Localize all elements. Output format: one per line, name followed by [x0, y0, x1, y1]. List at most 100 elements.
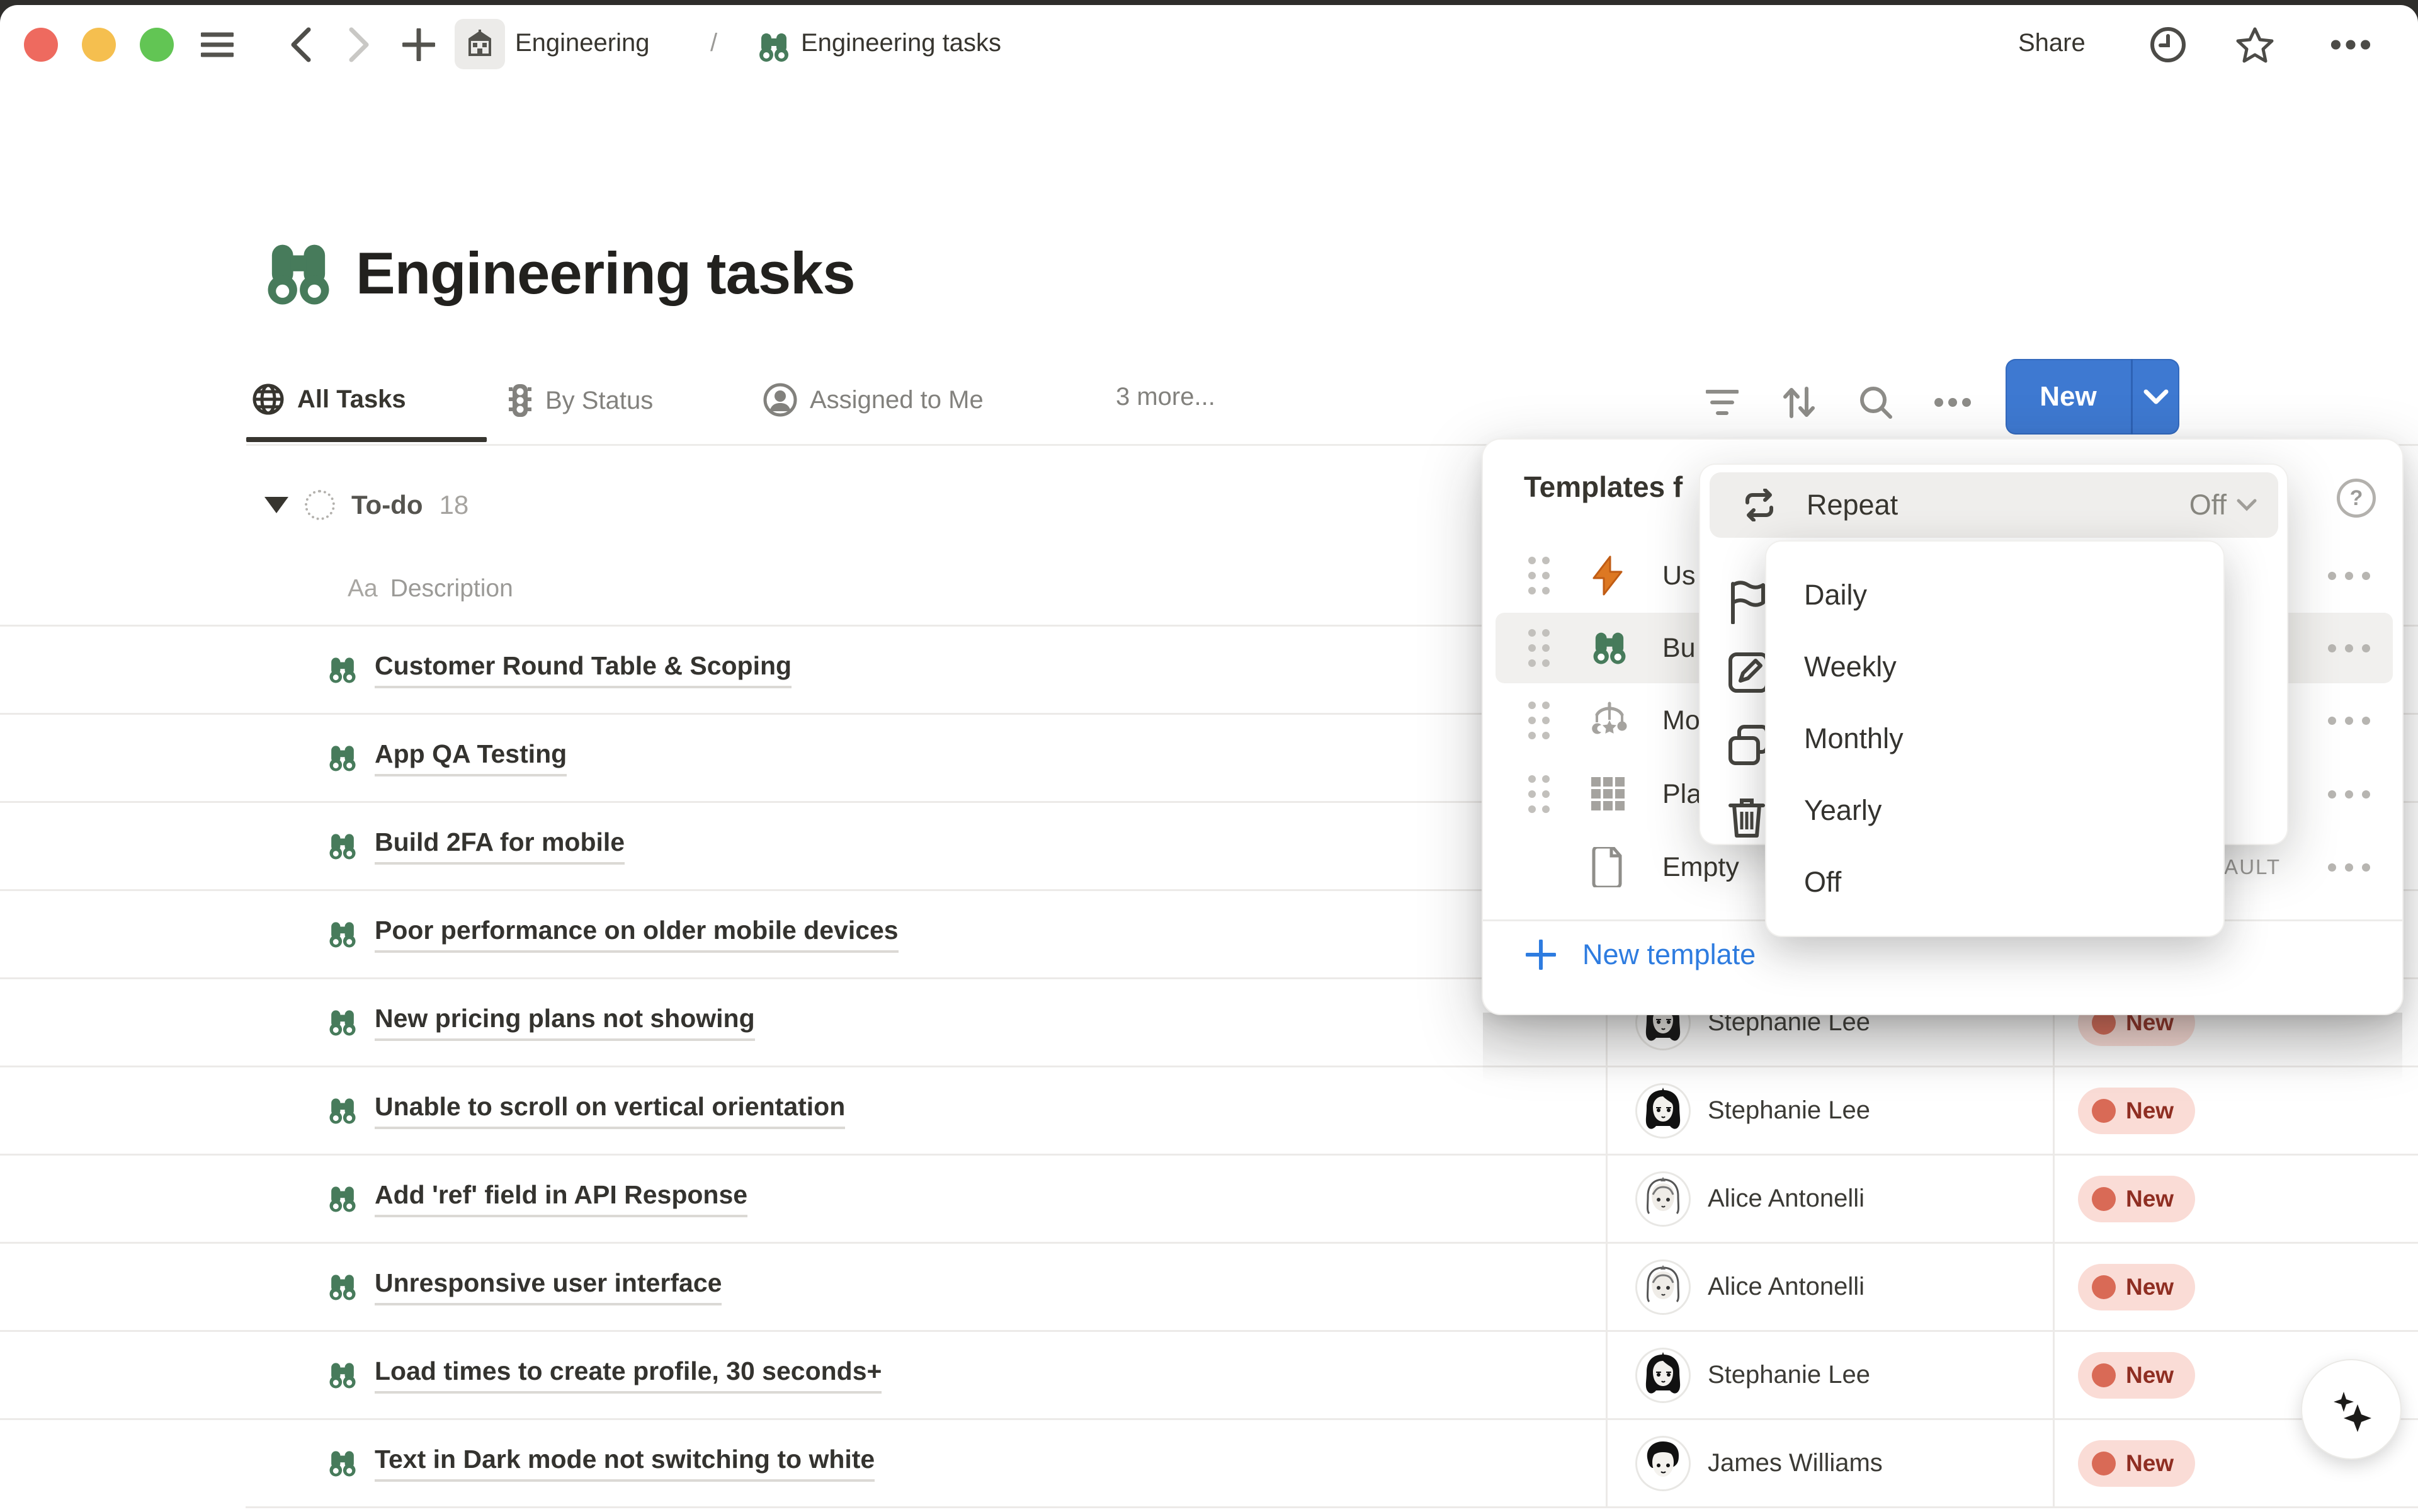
assignee-cell[interactable]: Alice Antonelli	[1637, 1156, 1865, 1242]
traffic-zoom-button[interactable]	[140, 28, 174, 62]
tab-more-views[interactable]: 3 more...	[1116, 383, 1215, 411]
more-options-icon[interactable]	[2330, 24, 2371, 65]
back-button[interactable]	[280, 24, 321, 65]
menu-item[interactable]: Daily	[1766, 559, 2223, 631]
task-title-cell[interactable]: Unable to scroll on vertical orientation	[327, 1067, 845, 1154]
template-label[interactable]: Mo	[1662, 705, 1700, 736]
assignee-cell[interactable]: James Williams	[1637, 1420, 1883, 1506]
task-title[interactable]: Customer Round Table & Scoping	[375, 651, 792, 688]
task-title-cell[interactable]: Load times to create profile, 30 seconds…	[327, 1332, 882, 1418]
repeat-menu-item[interactable]: Repeat Off	[1710, 472, 2278, 538]
drag-handle-icon[interactable]	[1526, 700, 1552, 741]
sort-icon[interactable]	[1777, 380, 1821, 424]
task-title[interactable]: Unresponsive user interface	[375, 1268, 722, 1305]
task-title[interactable]: Unable to scroll on vertical orientation	[375, 1092, 845, 1129]
drag-handle-icon[interactable]	[1526, 628, 1552, 668]
ai-assistant-button[interactable]	[2302, 1360, 2400, 1458]
template-more-icon[interactable]	[2328, 863, 2370, 872]
flag-icon[interactable]	[1728, 580, 1772, 624]
task-title-cell[interactable]: Text in Dark mode not switching to white	[327, 1420, 875, 1506]
status-cell[interactable]: New	[2078, 1420, 2195, 1506]
template-label[interactable]: Empty	[1662, 852, 1739, 883]
task-title-cell[interactable]: Unresponsive user interface	[327, 1244, 722, 1330]
menu-item[interactable]: Yearly	[1766, 775, 2223, 846]
binoculars-icon	[1590, 628, 1629, 668]
new-page-icon[interactable]	[398, 24, 440, 65]
chevron-down-icon[interactable]	[2133, 359, 2179, 435]
task-title[interactable]: New pricing plans not showing	[375, 1004, 755, 1041]
status-badge[interactable]: New	[2078, 1088, 2195, 1134]
table-row[interactable]: Load times to create profile, 30 seconds…	[0, 1330, 2418, 1418]
history-clock-icon[interactable]	[2147, 24, 2189, 65]
trash-icon[interactable]	[1728, 797, 1772, 841]
table-row[interactable]: Add 'ref' field in API Response Alice An…	[0, 1154, 2418, 1242]
collapse-triangle-icon[interactable]	[264, 497, 288, 513]
table-row[interactable]: Unresponsive user interface Alice Antone…	[0, 1242, 2418, 1330]
task-title[interactable]: Load times to create profile, 30 seconds…	[375, 1356, 882, 1394]
task-title-cell[interactable]: App QA Testing	[327, 715, 567, 801]
column-header-description[interactable]: Aa Description	[348, 575, 513, 603]
status-badge[interactable]: New	[2078, 1440, 2195, 1487]
template-label[interactable]: Us	[1662, 560, 1696, 591]
page-title-binoculars-icon[interactable]	[261, 237, 336, 311]
task-title[interactable]: Add 'ref' field in API Response	[375, 1180, 747, 1217]
new-button[interactable]: New	[2006, 359, 2179, 435]
group-name[interactable]: To-do	[351, 490, 423, 520]
task-title[interactable]: Poor performance on older mobile devices	[375, 916, 899, 953]
share-button[interactable]: Share	[2018, 29, 2086, 57]
favorite-star-icon[interactable]	[2234, 24, 2276, 65]
duplicate-icon[interactable]	[1728, 724, 1772, 768]
help-icon[interactable]: ?	[2337, 479, 2376, 518]
template-label[interactable]: Bu	[1662, 633, 1696, 664]
table-row[interactable]: Text in Dark mode not switching to white…	[0, 1418, 2418, 1506]
new-button-label[interactable]: New	[2006, 359, 2131, 435]
tab-by-status[interactable]: By Status	[508, 383, 653, 418]
traffic-minimize-button[interactable]	[82, 28, 116, 62]
sidebar-menu-icon[interactable]	[196, 24, 238, 65]
tab-assigned-to-me[interactable]: Assigned to Me	[763, 383, 984, 417]
task-title-cell[interactable]: Build 2FA for mobile	[327, 803, 625, 889]
workspace-building-icon[interactable]	[455, 19, 505, 69]
status-cell[interactable]: New	[2078, 1156, 2195, 1242]
breadcrumb-workspace[interactable]: Engineering	[515, 29, 650, 57]
edit-icon[interactable]	[1728, 652, 1772, 696]
view-options-icon[interactable]	[1931, 380, 1975, 424]
assignee-cell[interactable]: Stephanie Lee	[1637, 1332, 1870, 1418]
status-cell[interactable]: New	[2078, 1244, 2195, 1330]
status-badge[interactable]: New	[2078, 1264, 2195, 1310]
traffic-close-button[interactable]	[24, 28, 58, 62]
template-more-icon[interactable]	[2328, 790, 2370, 799]
menu-item[interactable]: Weekly	[1766, 631, 2223, 703]
menu-item[interactable]: Monthly	[1766, 703, 2223, 775]
group-header-todo[interactable]: To-do 18	[264, 490, 468, 520]
task-title[interactable]: Text in Dark mode not switching to white	[375, 1445, 875, 1482]
task-title-cell[interactable]: New pricing plans not showing	[327, 979, 755, 1066]
tab-all-tasks[interactable]: All Tasks	[252, 383, 406, 416]
template-more-icon[interactable]	[2328, 572, 2370, 580]
new-template-button[interactable]: New template	[1526, 938, 1756, 971]
column-header-label[interactable]: Description	[390, 575, 513, 603]
status-badge[interactable]: New	[2078, 1352, 2195, 1399]
status-cell[interactable]: New	[2078, 1332, 2195, 1418]
task-title-cell[interactable]: Customer Round Table & Scoping	[327, 627, 792, 713]
filter-icon[interactable]	[1700, 380, 1744, 424]
drag-handle-icon[interactable]	[1526, 774, 1552, 814]
template-label[interactable]: Pla	[1662, 779, 1701, 810]
help-glyph: ?	[2350, 486, 2363, 511]
tab-label: By Status	[545, 387, 653, 415]
search-icon[interactable]	[1854, 380, 1898, 424]
assignee-cell[interactable]: Alice Antonelli	[1637, 1244, 1865, 1330]
repeat-value[interactable]: Off	[2189, 489, 2227, 521]
task-title[interactable]: Build 2FA for mobile	[375, 827, 625, 865]
task-title-cell[interactable]: Poor performance on older mobile devices	[327, 891, 899, 977]
breadcrumb-page[interactable]: Engineering tasks	[801, 29, 1001, 57]
template-more-icon[interactable]	[2328, 717, 2370, 725]
template-more-icon[interactable]	[2328, 644, 2370, 652]
drag-handle-icon[interactable]	[1526, 555, 1552, 596]
task-title[interactable]: App QA Testing	[375, 739, 567, 776]
forward-button[interactable]	[339, 24, 380, 65]
page-title[interactable]: Engineering tasks	[356, 239, 855, 307]
status-badge[interactable]: New	[2078, 1176, 2195, 1222]
task-title-cell[interactable]: Add 'ref' field in API Response	[327, 1156, 747, 1242]
menu-item[interactable]: Off	[1766, 846, 2223, 918]
